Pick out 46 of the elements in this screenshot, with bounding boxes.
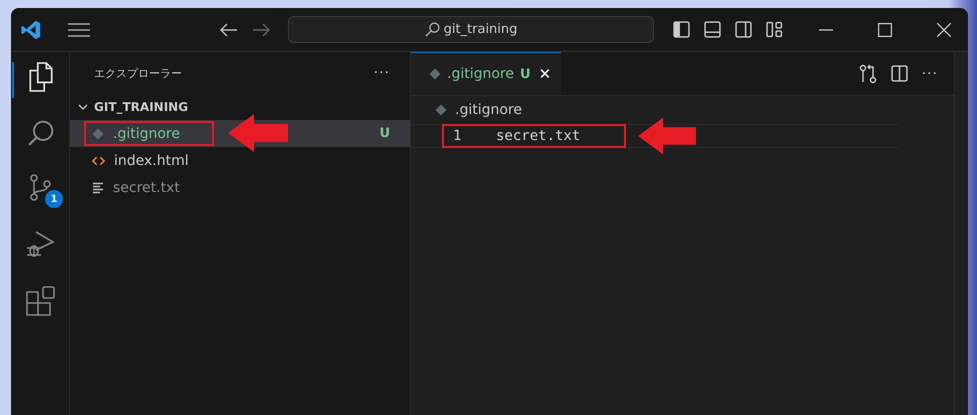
explorer-title: エクスプローラー <box>94 66 182 80</box>
secondary-sidebar-toggle-icon[interactable] <box>735 21 752 38</box>
command-center-search[interactable]: git_training <box>288 16 654 43</box>
maximize-icon[interactable] <box>878 22 892 36</box>
folder-name: GIT_TRAINING <box>94 100 188 114</box>
close-tab-button[interactable]: ✕ <box>538 65 552 83</box>
back-arrow-icon[interactable] <box>220 22 238 36</box>
chevron-icon <box>78 102 88 112</box>
run-debug-icon <box>26 229 56 259</box>
file-name: index.html <box>114 152 189 168</box>
app-logo-icon <box>20 18 42 40</box>
split-editor-icon[interactable] <box>890 65 908 82</box>
folder-row[interactable]: GIT_TRAINING <box>70 94 410 120</box>
more-actions-button[interactable]: ··· <box>922 66 938 82</box>
file-item[interactable]: index.html <box>70 147 410 174</box>
git-status: U <box>520 66 531 82</box>
activity-bar-item[interactable]: 1 <box>12 174 68 208</box>
close-icon[interactable] <box>937 22 951 36</box>
file-name: secret.txt <box>113 180 180 196</box>
menu-icon[interactable] <box>68 22 90 36</box>
code-line: secret.txt <box>496 128 580 144</box>
arrow <box>228 114 288 152</box>
git-file-icon <box>429 68 441 80</box>
file-name: .gitignore <box>113 126 180 142</box>
layout-icon[interactable] <box>766 21 783 38</box>
search-icon <box>424 22 440 37</box>
git-file-icon <box>435 104 447 116</box>
breadcrumb: .gitignore <box>455 102 522 118</box>
file-item[interactable]: secret.txt <box>70 174 410 201</box>
files-icon <box>28 62 54 92</box>
search-icon <box>27 119 55 147</box>
git-file-icon <box>92 128 104 140</box>
forward-arrow-icon[interactable] <box>252 22 270 36</box>
primary-sidebar-toggle-icon[interactable] <box>673 21 690 38</box>
line-number: 1 <box>453 128 462 144</box>
text-file-icon <box>92 182 104 194</box>
compare-changes-icon[interactable] <box>858 64 877 84</box>
arrow <box>638 117 696 155</box>
more-actions-button[interactable]: ··· <box>374 65 390 81</box>
git-status: U <box>379 126 390 141</box>
tab-title: .gitignore <box>447 66 514 82</box>
editor-tab[interactable]: .gitignore U ✕ <box>411 52 562 95</box>
code-icon <box>92 154 105 166</box>
extensions-icon <box>26 286 56 316</box>
badge: 1 <box>45 190 63 208</box>
panel-toggle-icon[interactable] <box>704 21 721 38</box>
